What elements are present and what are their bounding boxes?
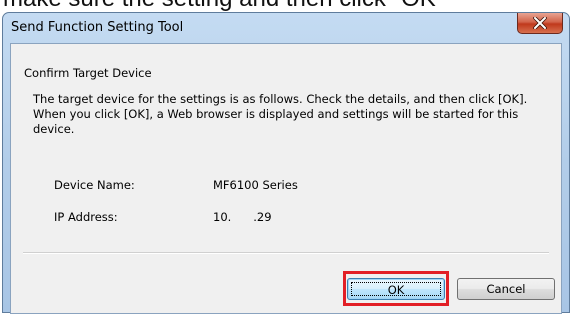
close-icon xyxy=(533,17,547,29)
section-heading: Confirm Target Device xyxy=(24,66,152,80)
cancel-button[interactable]: Cancel xyxy=(457,278,555,300)
title-bar: Send Function Setting Tool xyxy=(3,13,569,43)
window-title: Send Function Setting Tool xyxy=(11,20,184,35)
device-name-label: Device Name: xyxy=(54,178,135,192)
ip-address-value: 10. .29 xyxy=(213,210,272,224)
dialog-window: Send Function Setting Tool Confirm Targe… xyxy=(2,12,570,314)
ok-button-label: OK xyxy=(351,282,441,297)
description-text: The target device for the settings is as… xyxy=(33,92,528,136)
instruction-caption: make sure the setting and then click "OK… xyxy=(0,0,576,12)
separator xyxy=(23,252,549,254)
ok-button[interactable]: OK xyxy=(347,278,445,300)
dialog-content: Confirm Target Device The target device … xyxy=(10,43,562,314)
device-name-value: MF6100 Series xyxy=(213,178,298,192)
close-button[interactable] xyxy=(517,13,563,34)
ip-address-label: IP Address: xyxy=(54,210,118,224)
